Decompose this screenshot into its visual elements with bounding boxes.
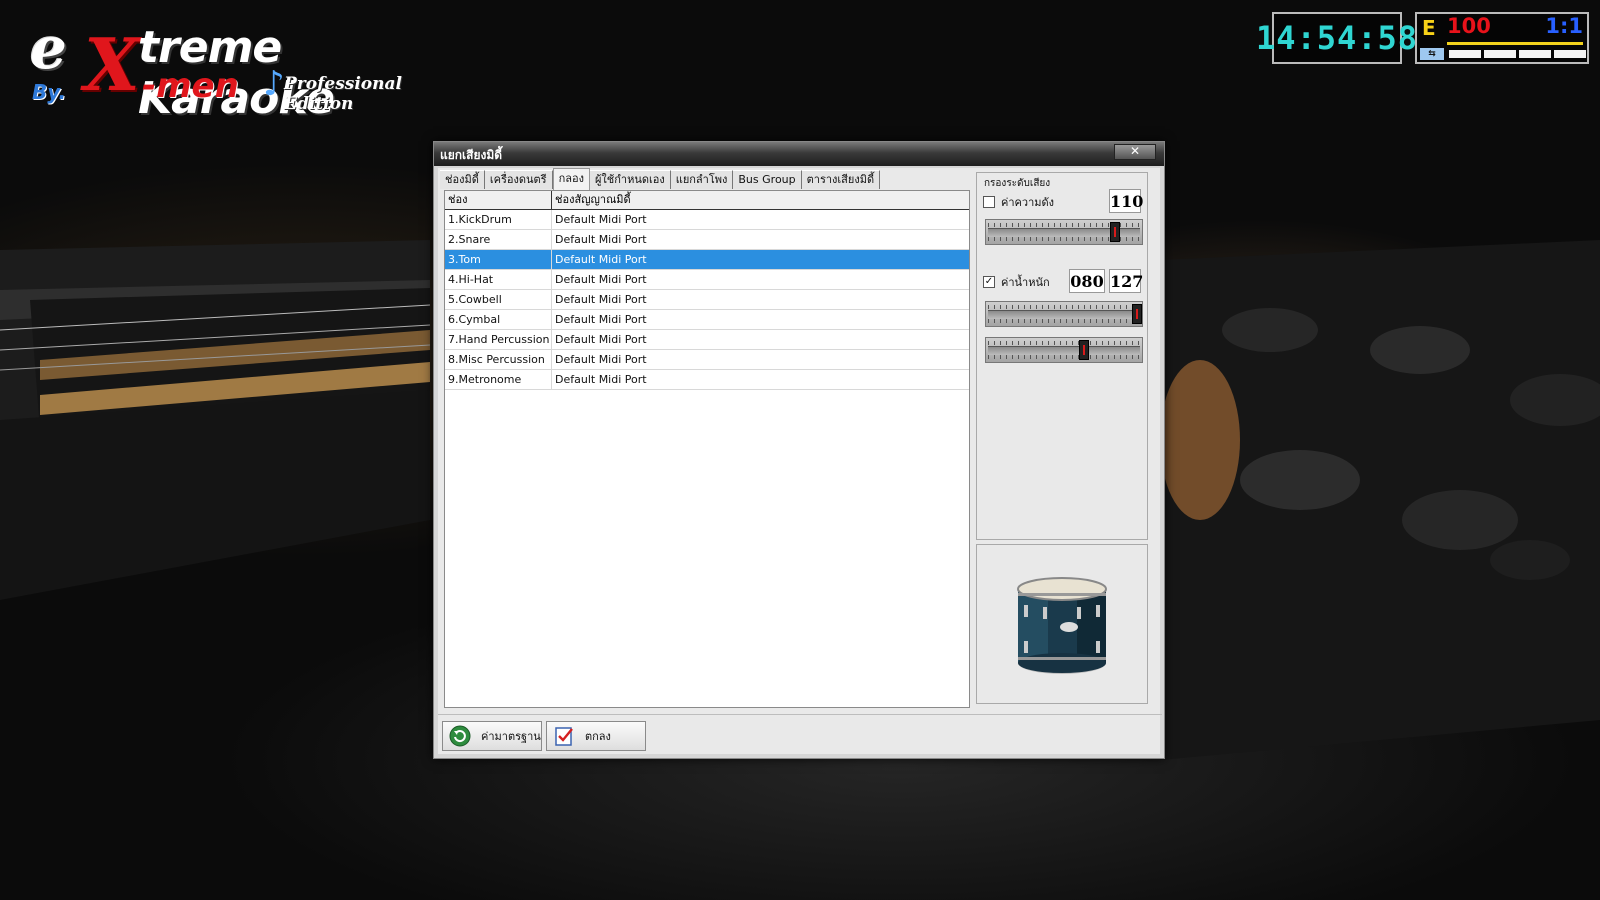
slider-track xyxy=(988,346,1140,355)
slider-track xyxy=(988,310,1140,319)
midi-port-cell: Default Midi Port xyxy=(555,353,647,366)
check-list-icon xyxy=(555,727,573,746)
tom-drum-image xyxy=(1017,577,1107,674)
channel-cell: 6.Cymbal xyxy=(445,310,552,329)
default-button-label: ค่ามาตรฐาน xyxy=(481,730,541,743)
level-segment xyxy=(1554,50,1586,58)
volume-bar xyxy=(1447,42,1583,45)
ok-button-label: ตกลง xyxy=(585,730,611,743)
logo-men: -men xyxy=(142,66,239,106)
table-row[interactable]: 1.KickDrum Default Midi Port xyxy=(445,210,969,230)
volume-filter-group: กรองระดับเสียง ค่าความดัง 110 ✓ ค่าน้ำหน… xyxy=(976,172,1148,540)
table-row[interactable]: 5.Cowbell Default Midi Port xyxy=(445,290,969,310)
tab-bar: ช่องมิดี้ เครื่องดนตรี กลอง ผู้ใช้กำหนดเ… xyxy=(440,168,881,190)
midi-split-dialog: แยกเสียงมิดี้ ✕ ช่องมิดี้ เครื่องดนตรี ก… xyxy=(433,141,1165,759)
channel-cell: 4.Hi-Hat xyxy=(445,270,552,289)
column-header-channel[interactable]: ช่อง xyxy=(445,191,552,209)
weight-max-slider[interactable] xyxy=(985,301,1143,327)
table-row[interactable]: 9.Metronome Default Midi Port xyxy=(445,370,969,390)
tab-bus-group[interactable]: Bus Group xyxy=(733,170,802,189)
volume-slider[interactable] xyxy=(985,219,1143,245)
drum-image-box xyxy=(976,544,1148,704)
logo-by: By. xyxy=(32,80,67,104)
weight-min-slider[interactable] xyxy=(985,337,1143,363)
table-row-selected[interactable]: 3.Tom Default Midi Port xyxy=(445,250,969,270)
channel-cell: 8.Misc Percussion xyxy=(445,350,552,369)
music-note-icon: ♪ xyxy=(263,64,285,104)
logo-e: e xyxy=(30,14,67,82)
default-button[interactable]: ค่ามาตรฐาน xyxy=(442,721,542,751)
repeat-icon: ⇆ xyxy=(1420,48,1444,60)
close-button[interactable]: ✕ xyxy=(1114,144,1156,160)
midi-port-cell: Default Midi Port xyxy=(555,333,647,346)
midi-port-cell: Default Midi Port xyxy=(555,293,647,306)
weight-max-value-box: 127 xyxy=(1109,269,1143,293)
table-row[interactable]: 7.Hand Percussion Default Midi Port xyxy=(445,330,969,350)
channel-cell: 7.Hand Percussion xyxy=(445,330,552,349)
level-segment xyxy=(1484,50,1516,58)
dialog-client: ช่องมิดี้ เครื่องดนตรี กลอง ผู้ใช้กำหนดเ… xyxy=(438,168,1162,757)
channel-cell: 9.Metronome xyxy=(445,370,552,389)
key-indicator: E xyxy=(1422,16,1436,40)
midi-port-cell: Default Midi Port xyxy=(555,273,647,286)
group-title: กรองระดับเสียง xyxy=(983,176,1052,191)
status-panel: E 100 1:1 ⇆ xyxy=(1415,12,1589,64)
filter-panel: กรองระดับเสียง ค่าความดัง 110 ✓ ค่าน้ำหน… xyxy=(974,172,1154,708)
app-logo: e X treme Karaoke By. -men ♪ Professiona… xyxy=(30,14,450,124)
volume-value-box: 110 xyxy=(1109,189,1143,213)
tab-midi-sound-table[interactable]: ตารางเสียงมิดี้ xyxy=(801,170,881,189)
reset-icon xyxy=(449,725,471,747)
tab-drums[interactable]: กลอง xyxy=(552,168,590,190)
volume-checkbox[interactable] xyxy=(983,196,995,208)
volume-value: 100 xyxy=(1447,14,1491,38)
logo-edition: Professional Edition xyxy=(284,74,402,114)
slider-thumb[interactable] xyxy=(1110,222,1120,242)
channel-cell: 2.Snare xyxy=(445,230,552,249)
clock-display: 14:54:58 xyxy=(1256,12,1417,64)
tab-speaker-split[interactable]: แยกลำโพง xyxy=(670,170,734,189)
channel-cell: 1.KickDrum xyxy=(445,210,552,229)
channel-cell: 5.Cowbell xyxy=(445,290,552,309)
dialog-title: แยกเสียงมิดี้ xyxy=(440,148,503,162)
table-body: 1.KickDrum Default Midi Port 2.Snare Def… xyxy=(445,210,969,390)
level-segment xyxy=(1519,50,1551,58)
slider-thumb[interactable] xyxy=(1132,304,1142,324)
column-header-midi-port[interactable]: ช่องสัญญาณมิดี้ xyxy=(552,191,969,209)
slider-thumb[interactable] xyxy=(1079,340,1089,360)
dialog-titlebar[interactable]: แยกเสียงมิดี้ ✕ xyxy=(434,142,1164,166)
level-segment xyxy=(1449,50,1481,58)
weight-checkbox-row[interactable]: ✓ ค่าน้ำหนัก xyxy=(983,273,1050,291)
dialog-button-bar: ค่ามาตรฐาน ตกลง xyxy=(438,714,1162,757)
table-row[interactable]: 8.Misc Percussion Default Midi Port xyxy=(445,350,969,370)
tab-user-defined[interactable]: ผู้ใช้กำหนดเอง xyxy=(589,170,671,189)
table-row[interactable]: 4.Hi-Hat Default Midi Port xyxy=(445,270,969,290)
table-header: ช่อง ช่องสัญญาณมิดี้ xyxy=(445,191,969,210)
weight-label: ค่าน้ำหนัก xyxy=(1001,276,1050,289)
volume-checkbox-row[interactable]: ค่าความดัง xyxy=(983,193,1054,211)
drum-channel-table[interactable]: ช่อง ช่องสัญญาณมิดี้ 1.KickDrum Default … xyxy=(444,190,970,708)
volume-label: ค่าความดัง xyxy=(1001,196,1055,209)
slider-ticks xyxy=(988,355,1140,359)
ok-button[interactable]: ตกลง xyxy=(546,721,646,751)
slider-ticks xyxy=(988,341,1140,345)
ratio-value: 1:1 xyxy=(1545,14,1583,38)
channel-cell: 3.Tom xyxy=(445,250,552,269)
midi-port-cell: Default Midi Port xyxy=(555,213,647,226)
midi-port-cell: Default Midi Port xyxy=(555,313,647,326)
logo-x: X xyxy=(84,22,140,107)
weight-checkbox[interactable]: ✓ xyxy=(983,276,995,288)
midi-port-cell: Default Midi Port xyxy=(555,233,647,246)
table-row[interactable]: 6.Cymbal Default Midi Port xyxy=(445,310,969,330)
slider-ticks xyxy=(988,305,1140,309)
slider-ticks xyxy=(988,319,1140,323)
midi-port-cell: Default Midi Port xyxy=(555,373,647,386)
weight-min-value-box: 080 xyxy=(1069,269,1105,293)
table-row[interactable]: 2.Snare Default Midi Port xyxy=(445,230,969,250)
midi-port-cell: Default Midi Port xyxy=(555,253,647,266)
tab-midi-channel[interactable]: ช่องมิดี้ xyxy=(440,170,485,189)
tab-instruments[interactable]: เครื่องดนตรี xyxy=(484,170,553,189)
